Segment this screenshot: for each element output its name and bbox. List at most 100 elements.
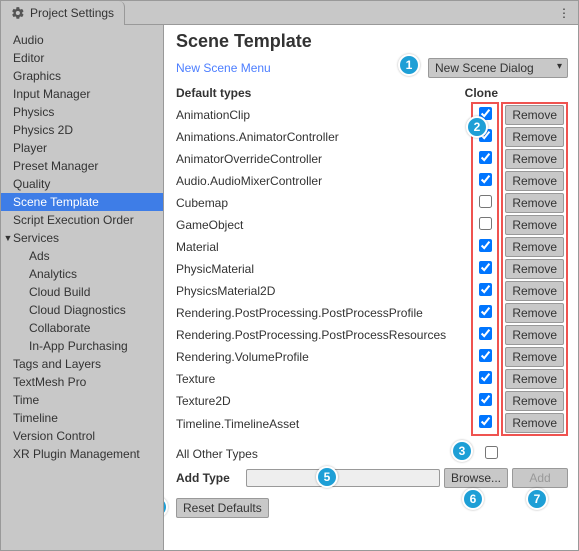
clone-checkbox[interactable]	[479, 151, 492, 164]
sidebar-item-label: Preset Manager	[13, 159, 98, 173]
sidebar-item-xr-plugin-management[interactable]: XR Plugin Management	[1, 445, 163, 463]
badge-1: 1	[398, 54, 420, 76]
type-label: Texture2D	[176, 390, 472, 412]
sidebar-item-version-control[interactable]: Version Control	[1, 427, 163, 445]
page-title: Scene Template	[176, 31, 568, 52]
type-label: Timeline.TimelineAsset	[176, 412, 472, 435]
sidebar: Audio Editor Graphics Input Manager Physics P…	[1, 25, 164, 550]
remove-button[interactable]: Remove	[505, 325, 564, 345]
all-other-types-checkbox[interactable]	[485, 446, 498, 459]
sidebar-item-label: Script Execution Order	[13, 213, 134, 227]
clone-checkbox[interactable]	[479, 283, 492, 296]
sidebar-item-preset-manager[interactable]: Preset Manager	[1, 157, 163, 175]
type-row: TextureRemove	[176, 368, 567, 390]
remove-button[interactable]: Remove	[505, 193, 564, 213]
header-bar: Project Settings ⋮	[1, 1, 578, 25]
default-types-header: Default types	[176, 86, 251, 100]
sidebar-item-player[interactable]: Player	[1, 139, 163, 157]
new-scene-menu-link[interactable]: New Scene Menu	[176, 61, 271, 75]
sidebar-item-collaborate[interactable]: Collaborate	[1, 319, 163, 337]
sidebar-item-input-manager[interactable]: Input Manager	[1, 85, 163, 103]
remove-button[interactable]: Remove	[505, 105, 564, 125]
clone-checkbox[interactable]	[479, 217, 492, 230]
type-label: Cubemap	[176, 192, 472, 214]
remove-button[interactable]: Remove	[505, 149, 564, 169]
sidebar-item-scene-template[interactable]: Scene Template	[1, 193, 163, 211]
sidebar-item-in-app-purchasing[interactable]: In-App Purchasing	[1, 337, 163, 355]
type-label: Audio.AudioMixerController	[176, 170, 472, 192]
sidebar-item-label: Editor	[13, 51, 44, 65]
type-row: Rendering.PostProcessing.PostProcessProf…	[176, 302, 567, 324]
remove-button[interactable]: Remove	[505, 237, 564, 257]
clone-checkbox[interactable]	[479, 305, 492, 318]
remove-button[interactable]: Remove	[505, 171, 564, 191]
remove-button[interactable]: Remove	[505, 413, 564, 433]
clone-checkbox[interactable]	[479, 195, 492, 208]
sidebar-item-editor[interactable]: Editor	[1, 49, 163, 67]
sidebar-item-cloud-diagnostics[interactable]: Cloud Diagnostics	[1, 301, 163, 319]
clone-checkbox[interactable]	[479, 349, 492, 362]
remove-button[interactable]: Remove	[505, 347, 564, 367]
menu-icon[interactable]: ⋮	[550, 2, 578, 24]
remove-button[interactable]: Remove	[505, 391, 564, 411]
type-row: AnimationClipRemove	[176, 103, 567, 126]
sidebar-item-physics-2d[interactable]: Physics 2D	[1, 121, 163, 139]
remove-button[interactable]: Remove	[505, 127, 564, 147]
type-label: PhysicMaterial	[176, 258, 472, 280]
sidebar-item-label: Timeline	[13, 411, 58, 425]
sidebar-item-physics[interactable]: Physics	[1, 103, 163, 121]
sidebar-item-label: Tags and Layers	[13, 357, 101, 371]
sidebar-item-cloud-build[interactable]: Cloud Build	[1, 283, 163, 301]
gear-icon	[11, 6, 25, 20]
clone-checkbox[interactable]	[479, 261, 492, 274]
type-label: AnimatorOverrideController	[176, 148, 472, 170]
sidebar-item-ads[interactable]: Ads	[1, 247, 163, 265]
badge-8: 8	[164, 496, 168, 518]
type-label: Rendering.PostProcessing.PostProcessReso…	[176, 324, 472, 346]
sidebar-item-textmesh-pro[interactable]: TextMesh Pro	[1, 373, 163, 391]
type-row: GameObjectRemove	[176, 214, 567, 236]
browse-button[interactable]: Browse...	[444, 468, 508, 488]
tab-project-settings[interactable]: Project Settings	[1, 1, 125, 25]
new-scene-dropdown[interactable]: New Scene Dialog	[428, 58, 568, 78]
remove-button[interactable]: Remove	[505, 303, 564, 323]
types-table: AnimationClipRemoveAnimations.AnimatorCo…	[176, 102, 568, 436]
type-row: Texture2D Remove	[176, 390, 567, 412]
clone-checkbox[interactable]	[479, 393, 492, 406]
add-type-input[interactable]	[246, 469, 440, 487]
sidebar-item-quality[interactable]: Quality	[1, 175, 163, 193]
sidebar-item-timeline[interactable]: Timeline	[1, 409, 163, 427]
type-row: Audio.AudioMixerController Remove	[176, 170, 567, 192]
clone-header: Clone	[465, 86, 498, 100]
main-panel: Scene Template New Scene Menu 1 New Scen…	[164, 25, 578, 550]
sidebar-item-label: Physics 2D	[13, 123, 73, 137]
type-row: AnimatorOverrideController Remove	[176, 148, 567, 170]
badge-5: 5	[316, 466, 338, 488]
remove-button[interactable]: Remove	[505, 369, 564, 389]
sidebar-item-analytics[interactable]: Analytics	[1, 265, 163, 283]
clone-checkbox[interactable]	[479, 327, 492, 340]
sidebar-item-time[interactable]: Time	[1, 391, 163, 409]
sidebar-item-label: Physics	[13, 105, 54, 119]
remove-button[interactable]: Remove	[505, 281, 564, 301]
clone-checkbox[interactable]	[479, 415, 492, 428]
type-label: Material	[176, 236, 472, 258]
sidebar-item-services[interactable]: ▼Services	[1, 229, 163, 247]
add-button[interactable]: Add	[512, 468, 568, 488]
clone-checkbox[interactable]	[479, 371, 492, 384]
sidebar-item-label: Version Control	[13, 429, 95, 443]
clone-checkbox[interactable]	[479, 173, 492, 186]
sidebar-item-label: Input Manager	[13, 87, 90, 101]
sidebar-item-audio[interactable]: Audio	[1, 31, 163, 49]
type-row: PhysicMaterial Remove	[176, 258, 567, 280]
badge-6: 6	[462, 488, 484, 510]
badge-7: 7	[526, 488, 548, 510]
remove-button[interactable]: Remove	[505, 215, 564, 235]
reset-defaults-button[interactable]: Reset Defaults	[176, 498, 269, 518]
sidebar-item-script-execution-order[interactable]: Script Execution Order	[1, 211, 163, 229]
sidebar-item-label: TextMesh Pro	[13, 375, 86, 389]
sidebar-item-tags-and-layers[interactable]: Tags and Layers	[1, 355, 163, 373]
clone-checkbox[interactable]	[479, 239, 492, 252]
sidebar-item-graphics[interactable]: Graphics	[1, 67, 163, 85]
remove-button[interactable]: Remove	[505, 259, 564, 279]
